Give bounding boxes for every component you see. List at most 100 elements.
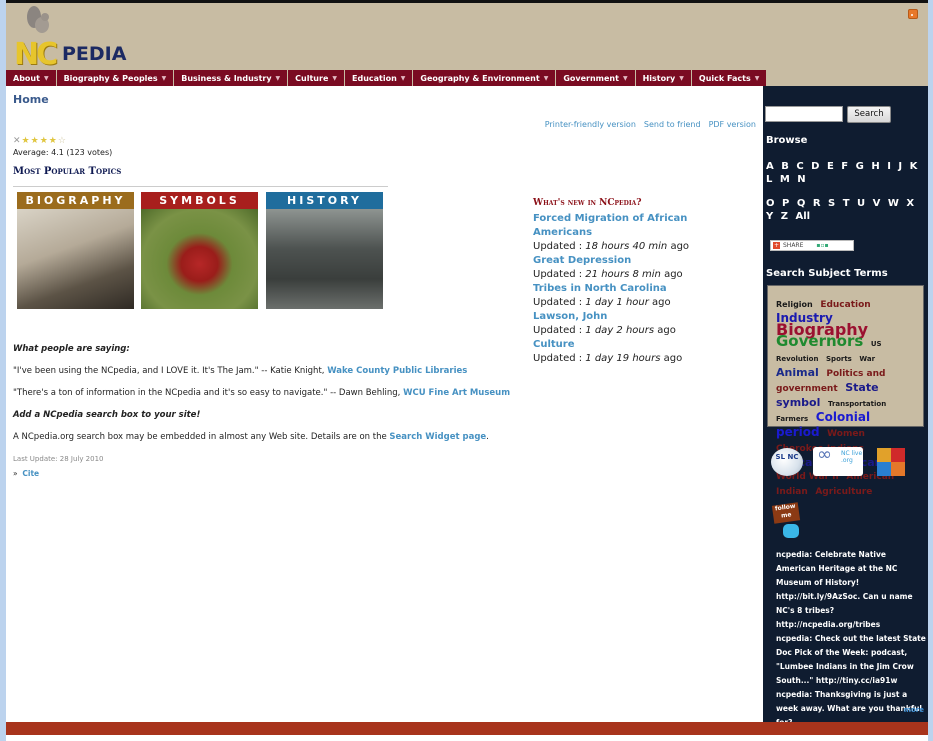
updated-suffix: ago	[660, 269, 683, 280]
updated-prefix: Updated :	[533, 297, 586, 308]
news-item-link[interactable]: Great Depression	[533, 254, 733, 268]
browse-letter-o[interactable]: O	[766, 198, 775, 209]
browse-letter-i[interactable]: I	[887, 161, 891, 172]
browse-letter-u[interactable]: U	[857, 198, 865, 209]
browse-letter-r[interactable]: R	[813, 198, 821, 209]
browse-letter-x[interactable]: X	[906, 198, 914, 209]
browse-letter-f[interactable]: F	[841, 161, 848, 172]
search-input[interactable]	[765, 106, 843, 122]
star-icon[interactable]: ★	[49, 136, 57, 146]
browse-letter-j[interactable]: J	[898, 161, 902, 172]
tag-farmers[interactable]: Farmers	[776, 415, 808, 423]
rating-average: Average: 4.1 (123 votes)	[13, 148, 113, 157]
browse-letter-t[interactable]: T	[843, 198, 850, 209]
browse-letter-k[interactable]: K	[910, 161, 918, 172]
tag-war[interactable]: War	[859, 355, 875, 363]
quote-text: "I've been using the NCpedia, and I LOVE…	[13, 366, 328, 376]
biography-image	[17, 209, 134, 309]
topic-history[interactable]: HISTORY	[266, 192, 383, 309]
browse-letter-v[interactable]: V	[873, 198, 881, 209]
tag-us[interactable]: US	[871, 340, 882, 348]
browse-letter-g[interactable]: G	[856, 161, 864, 172]
tag-animal[interactable]: Animal	[776, 366, 819, 379]
star-icon[interactable]: ★	[22, 136, 30, 146]
browse-letter-z[interactable]: Z	[781, 211, 788, 222]
rating-widget: ✕ ★ ★ ★ ★ ☆ Average: 4.1 (123 votes)	[13, 136, 112, 157]
topic-biography[interactable]: BIOGRAPHY	[17, 192, 134, 309]
print-links: Printer-friendly version Send to friend …	[545, 120, 756, 129]
star-icon[interactable]: ★	[31, 136, 39, 146]
most-popular-heading: Most Popular Topics	[13, 166, 122, 177]
plus-icon: +	[773, 242, 780, 249]
breadcrumb-home[interactable]: Home	[13, 93, 49, 106]
tag-sports[interactable]: Sports	[826, 355, 852, 363]
tag-education[interactable]: Education	[820, 300, 870, 310]
news-item-link[interactable]: Lawson, John	[533, 310, 733, 324]
news-item-updated: Updated : 21 hours 8 min ago	[533, 268, 733, 282]
wake-county-link[interactable]: Wake County Public Libraries	[327, 366, 467, 376]
tag-governors[interactable]: Governors	[776, 332, 863, 350]
partner-logos: SL NC NC live .org	[771, 447, 905, 476]
browse-letter-a[interactable]: A	[766, 161, 774, 172]
printer-friendly-link[interactable]: Printer-friendly version	[545, 120, 636, 129]
news-item-link[interactable]: Forced Migration of African Americans	[533, 212, 733, 240]
tag-agriculture[interactable]: Agriculture	[815, 487, 872, 497]
news-item-link[interactable]: Tribes in North Carolina	[533, 282, 733, 296]
pdf-version-link[interactable]: PDF version	[709, 120, 756, 129]
updated-prefix: Updated :	[533, 241, 586, 252]
cite-link[interactable]: Cite	[22, 469, 39, 478]
logo-nc: NC	[14, 37, 58, 72]
testimonials-heading: What people are saying:	[13, 344, 130, 354]
twitter-follow-button[interactable]: follow me	[771, 502, 801, 540]
topic-symbols[interactable]: SYMBOLS	[141, 192, 258, 309]
browse-letter-q[interactable]: Q	[797, 198, 806, 209]
tweet: ncpedia: Check out the latest State Doc …	[776, 634, 926, 685]
browse-letter-n[interactable]: N	[797, 174, 805, 185]
main-content: Home Printer-friendly version Send to fr…	[6, 86, 763, 722]
news-item-updated: Updated : 1 day 1 hour ago	[533, 296, 733, 310]
period: .	[486, 432, 489, 442]
page: NC PEDIA About ▼ Biography & Peoples ▼ Bus…	[6, 0, 928, 741]
ncpedia-logo[interactable]: NC PEDIA	[12, 5, 142, 72]
share-button[interactable]: + SHARE ▪▫▪	[770, 240, 854, 251]
browse-letter-b[interactable]: B	[781, 161, 789, 172]
browse-letter-h[interactable]: H	[871, 161, 879, 172]
browse-letter-all[interactable]: All	[795, 211, 810, 222]
updated-suffix: ago	[654, 325, 676, 336]
browse-letter-e[interactable]: E	[827, 161, 834, 172]
whats-new-block: What's new in NCpedia? Forced Migration …	[533, 198, 733, 366]
browse-letter-l[interactable]: L	[766, 174, 772, 185]
updated-time: 18 hours 40 min	[585, 241, 668, 252]
alphabet-row-1: A B C D E F G H I J K L M N	[766, 160, 926, 186]
books-logo[interactable]	[877, 447, 905, 476]
search-widget-link[interactable]: Search Widget page	[389, 432, 486, 442]
cancel-rating-icon[interactable]: ✕	[13, 136, 21, 146]
wcu-museum-link[interactable]: WCU Fine Art Museum	[403, 388, 510, 398]
tag-cloud: Religion Education Industry Biography Go…	[767, 285, 924, 497]
browse-letter-c[interactable]: C	[796, 161, 803, 172]
browse-letter-m[interactable]: M	[780, 174, 790, 185]
browse-letter-s[interactable]: S	[828, 198, 835, 209]
twitter-bird-icon	[783, 524, 799, 538]
search-button[interactable]: Search	[847, 106, 891, 123]
slnc-logo[interactable]: SL NC	[771, 447, 803, 476]
divider	[13, 186, 388, 187]
browse-letter-p[interactable]: P	[782, 198, 789, 209]
rss-icon[interactable]	[908, 9, 918, 19]
star-empty-icon[interactable]: ☆	[58, 136, 66, 146]
news-item-updated: Updated : 18 hours 40 min ago	[533, 240, 733, 254]
tag-religion[interactable]: Religion	[776, 300, 813, 309]
browse-letter-d[interactable]: D	[811, 161, 819, 172]
browse-letter-w[interactable]: W	[888, 198, 899, 209]
widget-description: A NCpedia.org search box may be embedded…	[13, 432, 390, 442]
send-to-friend-link[interactable]: Send to friend	[644, 120, 701, 129]
tag-women[interactable]: Women	[827, 429, 865, 439]
tag-revolution[interactable]: Revolution	[776, 355, 818, 363]
tag-transportation[interactable]: Transportation	[828, 400, 886, 408]
nclive-logo[interactable]: NC live .org	[813, 447, 863, 476]
whats-new-heading: What's new in NCpedia?	[533, 198, 642, 208]
star-icon[interactable]: ★	[40, 136, 48, 146]
browse-letter-y[interactable]: Y	[766, 211, 773, 222]
topic-label: SYMBOLS	[141, 192, 258, 209]
more-tweets-link[interactable]: more	[904, 706, 924, 714]
